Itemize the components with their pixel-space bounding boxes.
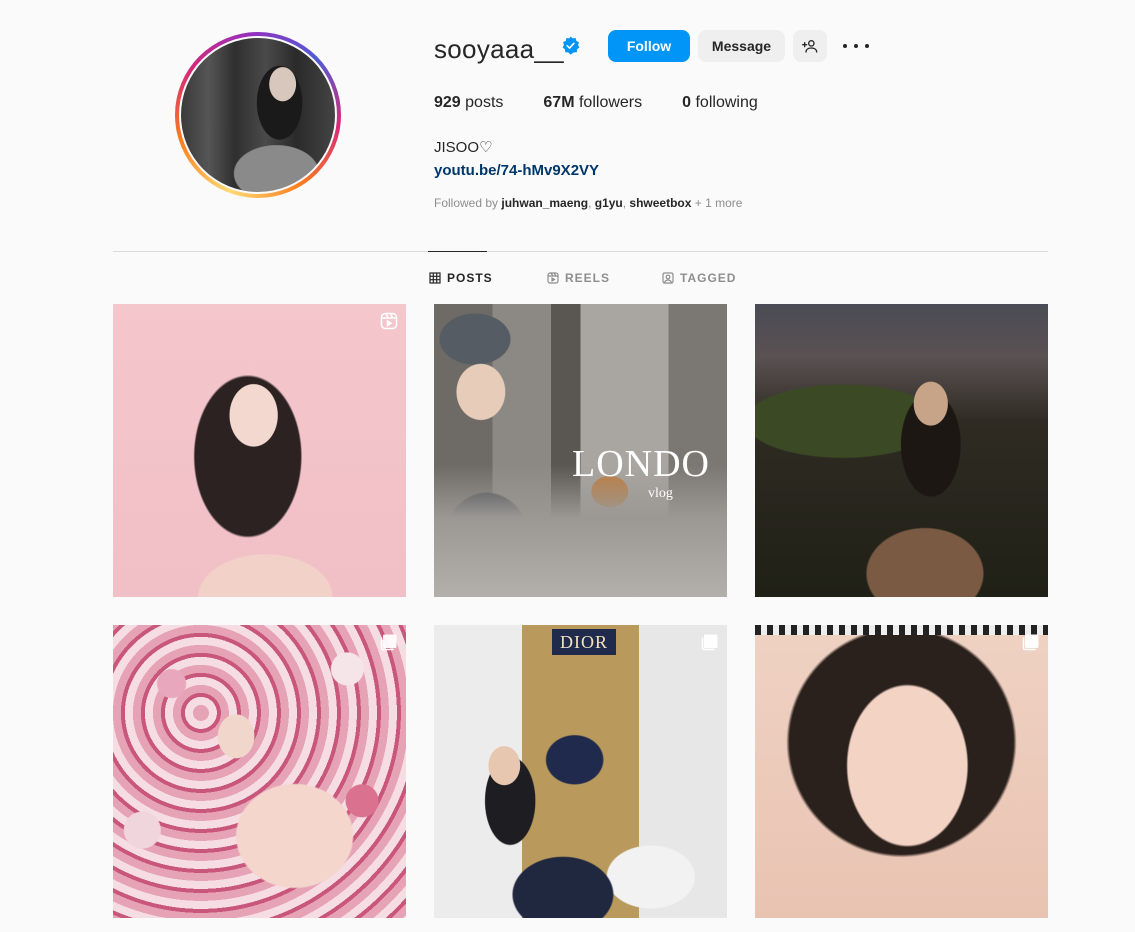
post-tile[interactable]: LONDO vlog	[434, 304, 727, 597]
post-tile[interactable]	[113, 304, 406, 597]
profile-stats: 929 posts 67M followers 0 following	[434, 94, 798, 112]
tab-posts[interactable]: POSTS	[429, 271, 493, 285]
tab-reels[interactable]: REELS	[547, 271, 610, 285]
post-sign-text: DIOR	[552, 629, 616, 655]
more-options-button[interactable]	[843, 34, 869, 58]
tab-label: REELS	[565, 271, 611, 285]
post-tile[interactable]	[755, 304, 1048, 597]
profile-username: sooyaaa__	[434, 34, 564, 64]
followed-by-user[interactable]: juhwan_maeng	[501, 196, 588, 210]
post-subcaption-text: vlog	[648, 486, 673, 501]
add-person-icon	[802, 40, 818, 53]
tagged-icon	[662, 272, 674, 284]
post-tile[interactable]	[113, 625, 406, 918]
followers-count: 67M	[543, 94, 575, 111]
verified-badge-icon	[562, 36, 580, 55]
followed-by[interactable]: Followed by juhwan_maeng, g1yu, shweetbo…	[434, 196, 742, 210]
carousel-icon	[1022, 634, 1039, 651]
dot	[865, 44, 869, 48]
followed-by-user[interactable]: shweetbox	[629, 196, 691, 210]
post-tile[interactable]: DIOR	[434, 625, 727, 918]
profile-avatar-ring[interactable]	[175, 32, 341, 198]
dot	[854, 44, 858, 48]
grid-icon	[429, 272, 441, 284]
post-tile[interactable]	[755, 625, 1048, 918]
profile-divider	[113, 251, 1048, 252]
reels-icon	[547, 272, 559, 284]
post-image-strip	[755, 625, 1048, 635]
follow-button[interactable]: Follow	[608, 30, 690, 62]
posts-label: posts	[465, 94, 504, 111]
reel-icon	[380, 312, 398, 330]
post-caption-text: LONDO	[572, 443, 710, 485]
tab-label: POSTS	[447, 271, 493, 285]
tab-label: TAGGED	[680, 271, 737, 285]
carousel-icon	[701, 634, 718, 651]
followed-by-user[interactable]: g1yu	[595, 196, 623, 210]
suggested-users-button[interactable]	[793, 30, 827, 62]
following-stat[interactable]: 0 following	[682, 94, 758, 112]
following-count: 0	[682, 94, 692, 111]
dot	[843, 44, 847, 48]
following-label: following	[695, 94, 758, 111]
followed-by-prefix: Followed by	[434, 196, 499, 210]
posts-count: 929	[434, 94, 461, 111]
avatar[interactable]	[181, 38, 335, 192]
message-button[interactable]: Message	[698, 30, 785, 62]
followed-by-more[interactable]: + 1 more	[695, 196, 743, 210]
tab-tagged[interactable]: TAGGED	[662, 271, 736, 285]
posts-stat: 929 posts	[434, 94, 503, 112]
bio-link[interactable]: youtu.be/74-hMv9X2VY	[434, 162, 599, 179]
followers-label: followers	[578, 94, 643, 111]
bio-name: JISOO♡	[434, 139, 493, 156]
carousel-icon	[380, 634, 397, 651]
followers-stat[interactable]: 67M followers	[543, 94, 642, 112]
active-tab-indicator	[428, 251, 487, 252]
